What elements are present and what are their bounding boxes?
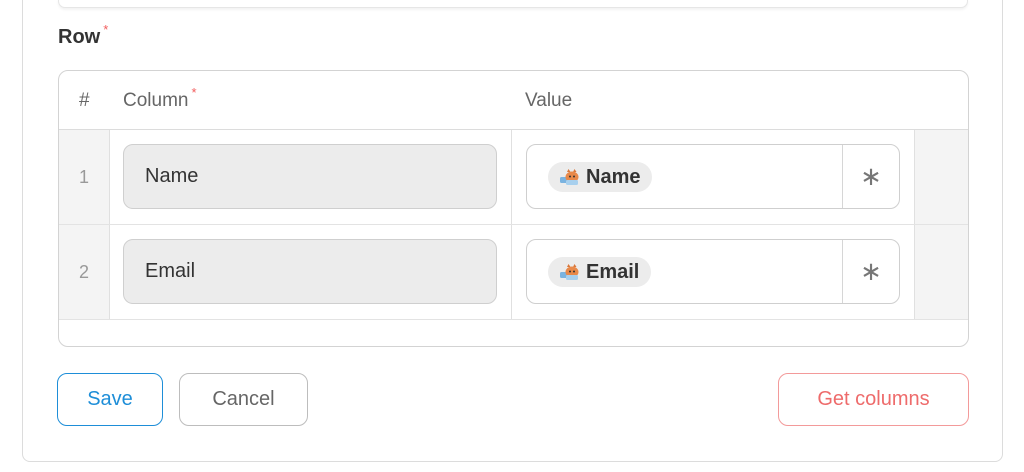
- row-gutter: [914, 225, 968, 319]
- header-index: #: [79, 90, 90, 111]
- column-name-input[interactable]: Name: [123, 144, 497, 209]
- value-cell: Name ∗: [512, 130, 914, 224]
- header-column-text: Column: [123, 90, 189, 111]
- variable-chip[interactable]: Email: [548, 257, 652, 287]
- variable-chip[interactable]: Name: [548, 162, 653, 192]
- row-gutter: [914, 130, 968, 224]
- cat-mascot-icon: [558, 168, 580, 186]
- table-header: # Column * Value: [59, 71, 968, 130]
- required-asterisk: *: [103, 22, 109, 37]
- variable-chip-label: Name: [586, 165, 641, 188]
- column-cell: Email: [110, 225, 512, 319]
- get-columns-button[interactable]: Get columns: [778, 373, 969, 426]
- previous-field-edge: [58, 0, 968, 8]
- column-cell: Name: [110, 130, 512, 224]
- table-row: 1 Name Name ∗: [59, 130, 968, 225]
- row-index: 1: [59, 130, 110, 224]
- value-input[interactable]: Name ∗: [526, 144, 900, 209]
- save-button[interactable]: Save: [57, 373, 163, 426]
- value-input[interactable]: Email ∗: [526, 239, 900, 304]
- row-label-text: Row: [58, 26, 101, 48]
- table-row: 2 Email Email ∗: [59, 225, 968, 320]
- variable-chip-label: Email: [586, 260, 640, 283]
- cancel-button[interactable]: Cancel: [179, 373, 308, 426]
- value-cell: Email ∗: [512, 225, 914, 319]
- cat-mascot-icon: [558, 263, 580, 281]
- row-index: 2: [59, 225, 110, 319]
- required-asterisk: *: [191, 85, 197, 100]
- asterisk-icon[interactable]: ∗: [842, 240, 899, 303]
- asterisk-icon[interactable]: ∗: [842, 145, 899, 208]
- row-mapping-table: # Column * Value 1 Name Name ∗ 2 Email E…: [58, 70, 969, 347]
- header-value: Value: [525, 90, 573, 111]
- column-name-input[interactable]: Email: [123, 239, 497, 304]
- row-field-label: Row *: [58, 22, 108, 49]
- header-column: Column *: [123, 85, 197, 112]
